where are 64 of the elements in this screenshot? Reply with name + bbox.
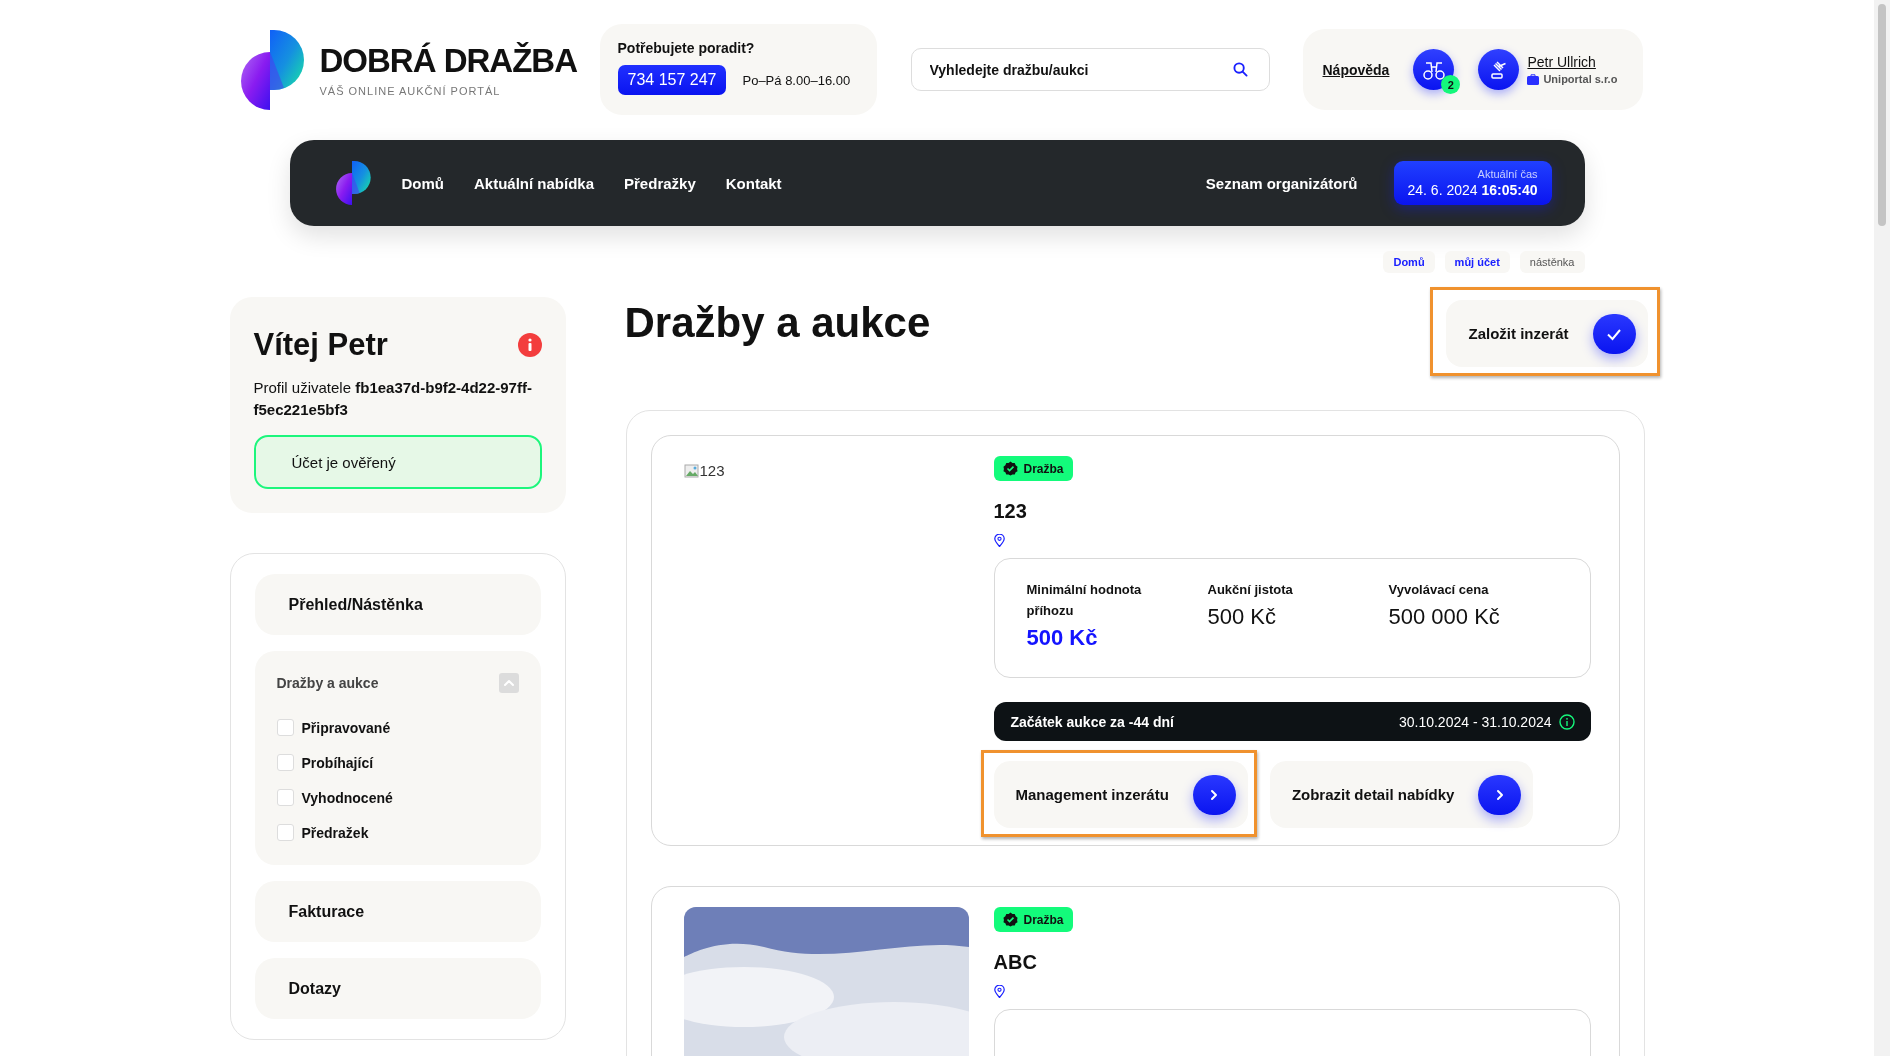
company-name: Uniportal s.r.o <box>1543 73 1618 85</box>
type-badge: Dražba <box>993 907 1073 932</box>
listing-title: 123 <box>993 500 1028 523</box>
info-icon[interactable] <box>1558 713 1575 730</box>
listing-title: ABC <box>993 951 1038 974</box>
clock-time: 24. 6. 2024 16:05:40 <box>1407 182 1538 198</box>
office-hours: Po–Pá 8.00–16.00 <box>742 72 851 88</box>
location-pin-icon <box>993 985 1005 998</box>
count-badge: 2 <box>1441 75 1461 94</box>
collapse-button[interactable] <box>498 673 519 693</box>
checkbox-label[interactable]: Probíhající <box>301 754 374 771</box>
user-name[interactable]: Petr Ullrich <box>1527 54 1618 70</box>
nav-link[interactable]: Aktuální nabídka <box>474 174 595 192</box>
price-value: 500 Kč <box>1207 604 1277 630</box>
watchlist-button[interactable] <box>1413 49 1455 90</box>
brand-name: DOBRÁ DRAŽBA <box>319 41 577 80</box>
nav-link[interactable]: Seznam organizátorů <box>1205 174 1358 192</box>
price-label: Vyvolávací cena <box>1388 581 1490 599</box>
verified-icon <box>1002 912 1018 927</box>
breadcrumb-current: nástěnka <box>1519 251 1585 273</box>
price-label: Minimální hodnota příhozu <box>1026 581 1143 620</box>
help-link[interactable]: Nápověda <box>1322 61 1390 78</box>
search-field[interactable]: Vyhledejte dražbu/aukci <box>910 48 1270 91</box>
auction-dates: 30.10.2024 - 31.10.2024 <box>1398 713 1552 730</box>
action-button[interactable]: Zobrazit detail nabídky <box>1269 761 1534 828</box>
sidebar-item[interactable]: Dotazy <box>254 958 541 1019</box>
breadcrumb-link[interactable]: můj účet <box>1444 251 1510 273</box>
nav-link[interactable]: Domů <box>401 174 444 192</box>
checkbox[interactable] <box>276 789 294 806</box>
phone-button[interactable]: 734 157 247 <box>617 65 727 95</box>
checkbox[interactable] <box>276 719 294 736</box>
profile-text: Profil uživatele fb1ea37d-b9f2-4d22-97ff-f5ec221e5bf3 <box>253 378 533 420</box>
nav-link[interactable]: Kontakt <box>725 174 782 192</box>
avatar-button[interactable] <box>1478 49 1520 90</box>
sidebar-item[interactable]: Fakturace <box>254 881 541 942</box>
checkbox-label[interactable]: Vyhodnocené <box>301 789 393 806</box>
clock-label: Aktuální čas <box>1476 168 1538 180</box>
page-title: Dražby a aukce <box>624 299 931 347</box>
broken-image-icon <box>683 462 700 479</box>
price-value: 500 000 Kč <box>1388 604 1501 630</box>
price-value: 500 Kč <box>1026 625 1099 651</box>
action-button[interactable]: Management inzerátu <box>993 761 1248 828</box>
welcome-title: Vítej Petr <box>253 327 388 363</box>
image-alt-text: 123 <box>699 462 725 479</box>
breadcrumb-link[interactable]: Domů <box>1383 251 1435 273</box>
help-title: Potřebujete poradit? <box>617 40 756 56</box>
create-listing-button[interactable]: Založit inzerát <box>1446 300 1648 367</box>
scrollbar[interactable] <box>1874 0 1890 1056</box>
location-pin-icon <box>993 534 1005 547</box>
group-title[interactable]: Dražby a aukce <box>276 675 379 691</box>
nav-link[interactable]: Předražky <box>624 174 696 192</box>
checkbox-label[interactable]: Připravované <box>301 719 391 736</box>
checkbox[interactable] <box>276 754 294 771</box>
type-badge: Dražba <box>993 456 1073 481</box>
briefcase-icon <box>1527 73 1540 85</box>
checkbox-label[interactable]: Předražek <box>301 824 369 841</box>
brand-tagline: VÁŠ ONLINE AUKČNÍ PORTÁL <box>319 85 502 98</box>
verified-status: Účet je ověřený <box>253 435 542 489</box>
sidebar-item[interactable]: Přehled/Nástěnka <box>254 574 541 635</box>
countdown-text: Začátek aukce za -44 dní <box>1010 713 1174 730</box>
search-icon[interactable] <box>1232 62 1248 77</box>
price-label: Aukční jistota <box>1207 581 1294 599</box>
verified-icon <box>1002 461 1018 476</box>
checkbox[interactable] <box>276 824 294 841</box>
